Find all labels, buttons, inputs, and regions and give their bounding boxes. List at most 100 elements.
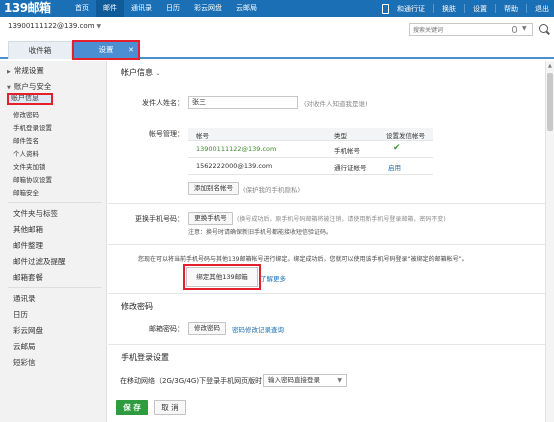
sidebar-item-account-info[interactable]: 账户信息 [7,93,53,105]
change-phone-button[interactable]: 更换手机号 [188,212,233,225]
search-icon[interactable] [539,24,548,33]
nav-cloud-drive[interactable]: 彩云网盘 [187,0,229,17]
bind-description: 您现在可以将当前手机号码与其他139邮箱帐号进行绑定。绑定成功后，您就可以使用该… [138,256,468,263]
header-right: 和通行证 换肤 设置 帮助 退出 [376,0,554,17]
type-cell: 通行证帐号 [334,164,367,172]
caret-right-icon: ▶ [7,69,11,75]
learn-more-link[interactable]: 了解更多 [260,273,286,283]
logo: 139邮箱 [4,1,51,15]
mobile-login-select[interactable]: 输入密码直接登录 ▼ [263,374,347,387]
enable-link[interactable]: 启用 [388,162,401,172]
phone-icon [382,3,389,14]
sidebar-item-protocol[interactable]: 邮箱协议设置 [13,174,120,184]
logout-link[interactable]: 退出 [530,4,554,14]
nav-mail[interactable]: 邮件 [96,0,124,17]
sidebar-item-cloud-post[interactable]: 云邮局 [13,341,120,352]
nav-calendar[interactable]: 日历 [159,0,187,17]
mobile-login-title: 手机登录设置 [121,353,169,362]
scroll-up-icon[interactable]: ▲ [548,63,552,69]
divider [108,293,548,294]
sidebar-item-calendar[interactable]: 日历 [13,309,120,320]
sidebar-item-profile[interactable]: 个人资料 [13,148,120,158]
sender-name-input[interactable]: 张三 [188,96,298,109]
sidebar-item-package[interactable]: 邮箱套餐 [13,272,120,283]
sidebar-item-other-mailbox[interactable]: 其他邮箱 [13,224,120,235]
change-phone-hint: (换号成功后，原手机号码邮箱将被注销，请使用新手机号登录邮箱，密码不变) [237,216,446,223]
main-nav: 首页 邮件 通讯录 日历 彩云网盘 云邮局 [68,0,264,17]
chevron-down-icon: ▼ [96,23,102,30]
tab-bar: 收件箱 设置 ✕ [0,40,554,60]
table-row: 13900111122@139.com 手机帐号 ✔ [188,142,433,158]
sidebar-item-filter[interactable]: 邮件过滤及提醒 [13,256,120,267]
chevron-down-icon: ⌄ [155,70,161,77]
sidebar-item-change-password[interactable]: 修改密码 [13,109,120,119]
close-icon[interactable]: ✕ [128,41,134,59]
sidebar-item-organize[interactable]: 邮件整理 [13,240,120,251]
alias-hint: (保护我的手机隐私) [243,186,301,194]
account-manage-label: 帐号管理： [149,130,184,138]
mobile-login-label: 在移动网络（2G/3G/4G)下登录手机网页版时： [120,377,270,385]
account-switcher[interactable]: 13900111122@139.com ▼ [8,22,101,30]
settings-sidebar: ▶ 常规设置 ▼ 账户与安全 账户信息 修改密码 手机登录设置 邮件签名 个人资料 … [0,61,107,422]
divider [464,4,465,13]
mobile-login-option: 输入密码直接登录 [268,376,320,384]
nav-home[interactable]: 首页 [68,0,96,17]
table-row: 1562222000@139.com 通行证帐号 启用 [188,159,433,175]
sidebar-item-account-security[interactable]: ▼ 账户与安全 [7,81,114,92]
divider [526,4,527,13]
tab-settings-label: 设置 [98,45,114,54]
table-header: 帐号 类型 设置发信帐号 [188,128,433,141]
divider [495,4,496,13]
account-email: 13900111122@139.com [8,22,95,30]
password-label: 邮箱密码： [149,325,184,333]
sender-name-hint: (对收件人知道我是谁) [304,100,368,108]
tab-inbox[interactable]: 收件箱 [8,41,72,59]
col-send-account: 设置发信帐号 [386,132,425,140]
scrollbar-thumb[interactable] [547,73,553,131]
settings-link[interactable]: 设置 [468,4,492,14]
account-info-title: 帐户信息 ⌄ [121,68,161,77]
col-type: 类型 [334,132,347,140]
check-icon: ✔ [393,143,401,153]
account-bar: 13900111122@139.com▼ ▼ [0,17,554,41]
chevron-down-icon[interactable]: ▼ [522,25,527,32]
password-title: 修改密码 [121,302,153,311]
divider [108,244,548,245]
sidebar-item-cloud-drive[interactable]: 彩云网盘 [13,325,120,336]
change-phone-label: 更换手机号码： [135,215,184,223]
sender-name-label: 发件人姓名： [142,99,184,107]
passport-link[interactable]: 和通行证 [392,4,430,14]
tab-settings[interactable]: 设置 ✕ [72,40,140,60]
save-button[interactable]: 保 存 [116,400,148,415]
microphone-icon[interactable] [512,26,517,33]
change-password-button[interactable]: 修改密码 [188,322,226,335]
divider [8,287,102,288]
sidebar-item-folders-tags[interactable]: 文件夹与标签 [13,208,120,219]
nav-contacts[interactable]: 通讯录 [124,0,159,17]
sidebar-item-general[interactable]: ▶ 常规设置 [7,65,114,76]
search-box[interactable]: ▼ [409,23,533,36]
sidebar-item-contacts[interactable]: 通讯录 [13,293,120,304]
chevron-down-icon: ▼ [337,377,342,384]
bind-other-mailbox-button[interactable]: 绑定其他139邮箱 [183,264,261,290]
account-cell: 1562222000@139.com [196,162,273,170]
cancel-button[interactable]: 取 消 [154,400,186,415]
sidebar-item-sms[interactable]: 短彩信 [13,357,120,368]
sidebar-item-mobile-login[interactable]: 手机登录设置 [13,122,120,132]
nav-cloud-post[interactable]: 云邮局 [229,0,264,17]
divider [108,203,548,204]
add-alias-button[interactable]: 添加别名帐号 [188,182,239,195]
divider [8,202,102,203]
top-bar: 139邮箱 首页 邮件 通讯录 日历 彩云网盘 云邮局 和通行证 换肤 设置 帮… [0,0,554,17]
sidebar-item-security[interactable]: 邮箱安全 [13,187,120,197]
sidebar-item-folder-lock[interactable]: 文件夹加锁 [13,161,120,171]
divider [108,344,548,345]
help-link[interactable]: 帮助 [499,4,523,14]
sidebar-item-signature[interactable]: 邮件签名 [13,135,120,145]
skin-link[interactable]: 换肤 [437,4,461,14]
scrollbar[interactable]: ▲ [545,61,554,422]
search-input[interactable] [413,25,508,35]
password-history-link[interactable]: 密码修改记录查询 [232,324,284,334]
account-cell: 13900111122@139.com [196,145,277,153]
caret-down-icon: ▼ [7,85,11,91]
